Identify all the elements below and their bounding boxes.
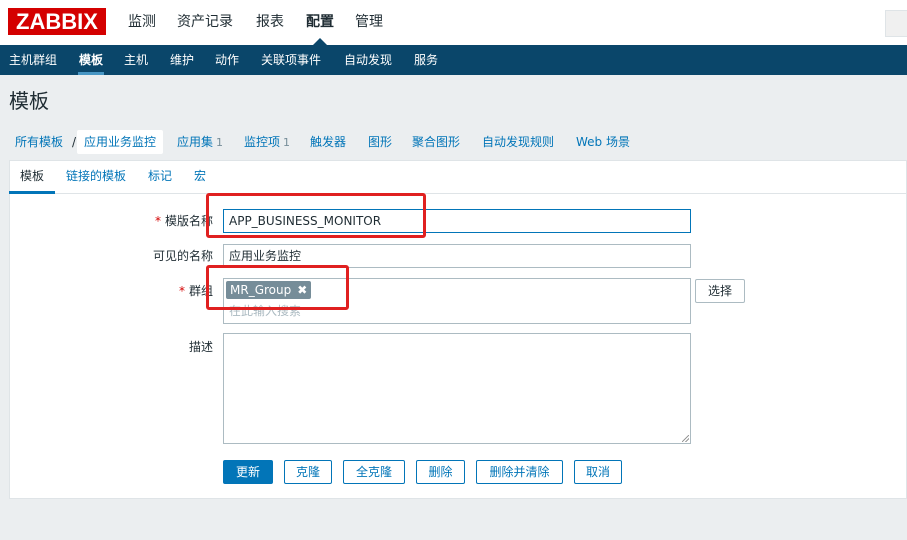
description-label: 描述 — [188, 340, 213, 354]
select-groups-button[interactable]: 选择 — [695, 279, 745, 303]
top-menu-reports[interactable]: 报表 — [256, 12, 284, 32]
top-menu-inventory[interactable]: 资产记录 — [177, 12, 233, 32]
breadcrumb-screens[interactable]: 聚合图形 — [412, 134, 460, 150]
breadcrumb-applications[interactable]: 应用集 1 — [177, 134, 223, 151]
breadcrumb-current-template[interactable]: 应用业务监控 — [84, 134, 156, 150]
breadcrumb-graphs[interactable]: 图形 — [368, 134, 392, 150]
required-mark: * — [154, 214, 161, 228]
description-textarea[interactable] — [223, 333, 691, 444]
subnav-event-correlation[interactable]: 关联项事件 — [261, 52, 321, 68]
breadcrumb-triggers[interactable]: 触发器 — [310, 134, 346, 150]
breadcrumb-web-scenarios[interactable]: Web 场景 — [576, 134, 630, 150]
breadcrumb-discovery-rules[interactable]: 自动发现规则 — [482, 134, 554, 150]
top-search-box[interactable] — [885, 10, 907, 37]
subnav-templates[interactable]: 模板 — [79, 52, 103, 68]
subnav-discovery[interactable]: 自动发现 — [344, 52, 392, 68]
subnav-hosts[interactable]: 主机 — [124, 52, 148, 68]
groups-label: * 群组 — [110, 283, 213, 299]
update-button[interactable]: 更新 — [223, 460, 273, 484]
subnav-active-indicator — [78, 72, 104, 75]
breadcrumb-applications-count: 1 — [216, 136, 224, 149]
required-mark: * — [178, 284, 185, 298]
tab-divider — [9, 193, 907, 194]
resize-grip-icon[interactable] — [682, 435, 689, 442]
active-menu-caret-icon — [313, 38, 327, 45]
delete-and-clear-button[interactable]: 删除并清除 — [476, 460, 563, 484]
breadcrumb-items-label: 监控项 — [244, 135, 281, 149]
template-name-label: * 模版名称 — [110, 213, 213, 229]
tab-linked-templates[interactable]: 链接的模板 — [66, 168, 126, 184]
visible-name-label: 可见的名称 — [152, 249, 213, 263]
breadcrumb-all-templates[interactable]: 所有模板 — [15, 134, 63, 150]
subnav-actions[interactable]: 动作 — [215, 52, 239, 68]
tab-template[interactable]: 模板 — [20, 168, 44, 184]
top-menu-administration[interactable]: 管理 — [355, 12, 383, 32]
annotation-box-template-name — [206, 193, 426, 238]
breadcrumb-items-count: 1 — [283, 136, 291, 149]
subnav-host-groups[interactable]: 主机群组 — [9, 52, 57, 68]
full-clone-button[interactable]: 全克隆 — [343, 460, 405, 484]
breadcrumb-items[interactable]: 监控项 1 — [244, 134, 290, 151]
top-menu-configuration[interactable]: 配置 — [306, 12, 334, 32]
top-menu-monitoring[interactable]: 监测 — [128, 12, 156, 32]
tab-macros[interactable]: 宏 — [194, 168, 206, 184]
page-title: 模板 — [9, 89, 49, 113]
tab-active-indicator — [9, 191, 55, 194]
subnav-maintenance[interactable]: 维护 — [170, 52, 194, 68]
tab-tags[interactable]: 标记 — [148, 168, 172, 184]
clone-button[interactable]: 克隆 — [284, 460, 332, 484]
breadcrumb-separator: / — [72, 135, 77, 149]
subnav-services[interactable]: 服务 — [414, 52, 438, 68]
zabbix-logo[interactable]: ZABBIX — [8, 8, 106, 35]
delete-button[interactable]: 删除 — [416, 460, 465, 484]
breadcrumb-applications-label: 应用集 — [177, 135, 214, 149]
cancel-button[interactable]: 取消 — [574, 460, 622, 484]
annotation-box-group — [206, 265, 349, 310]
